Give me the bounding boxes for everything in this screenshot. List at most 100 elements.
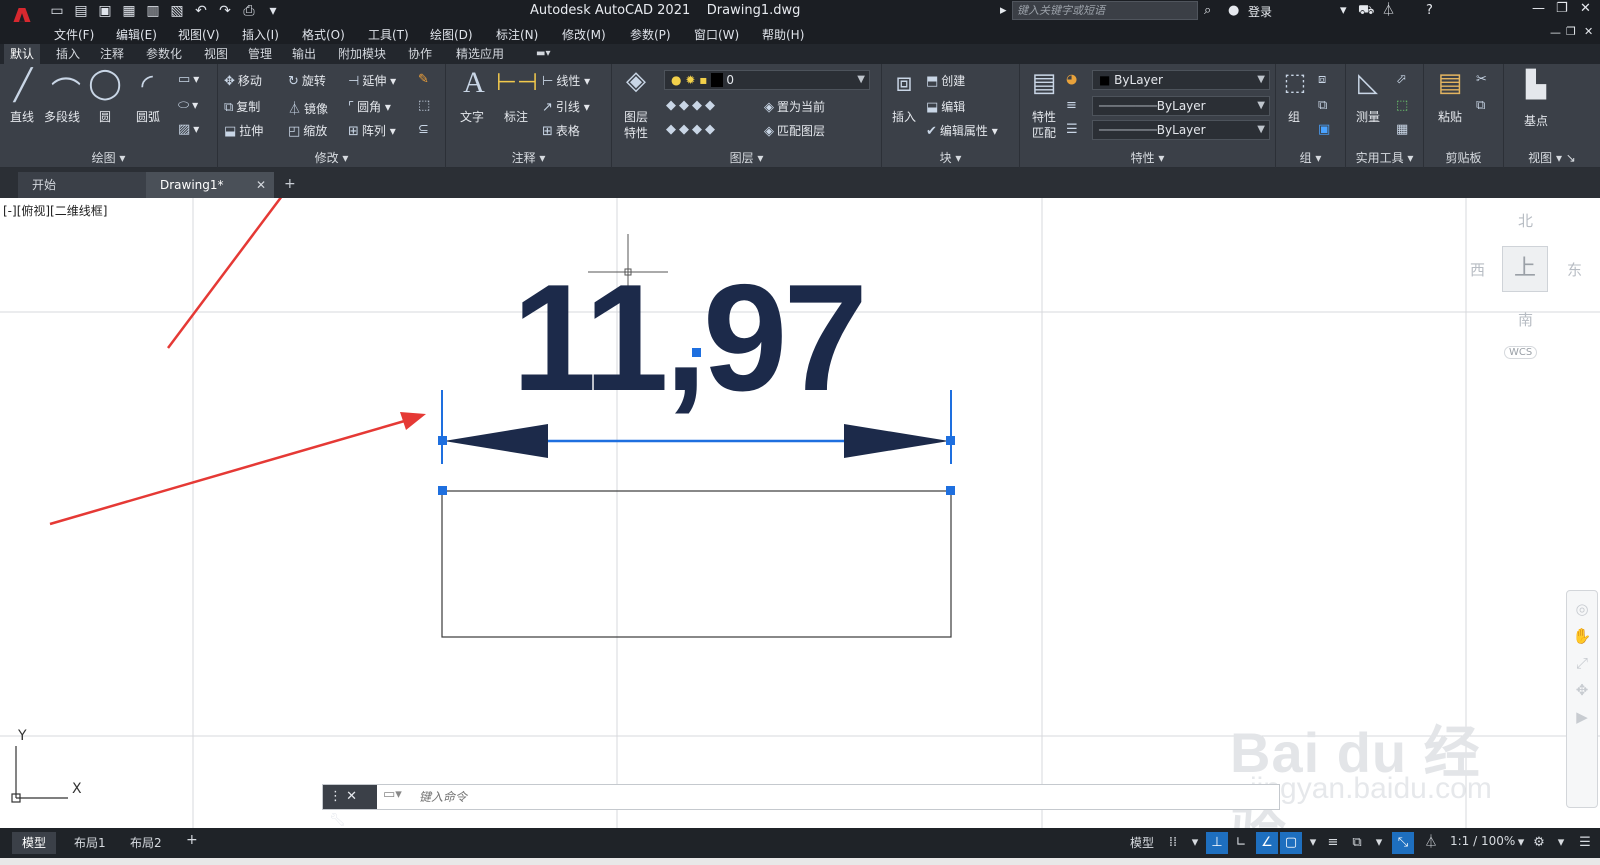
dimension-icon[interactable]: ⊢⊣ [496, 68, 538, 96]
viewcube-south[interactable]: 南 [1518, 309, 1533, 330]
insert-block-icon[interactable]: ⧈ [886, 68, 922, 99]
arc-button[interactable]: 圆弧 [136, 108, 160, 125]
rectangle-icon[interactable]: ▭ ▾ [178, 72, 199, 87]
menu-format[interactable]: 格式(O) [302, 26, 345, 43]
osnap-dropdown-icon[interactable]: ▾ [1302, 832, 1324, 854]
dynamic-ucs-icon[interactable]: ⤡ [1392, 832, 1414, 854]
layout-tab-1[interactable]: 布局1 [64, 832, 116, 854]
panel-clipboard-title[interactable]: 剪贴板 [1424, 149, 1503, 166]
save-as-icon[interactable]: ▦ [120, 2, 138, 20]
ribbon-minimize-icon[interactable]: ▬▾ [530, 44, 556, 64]
edit-attributes-button[interactable]: ✔ 编辑属性 ▾ [926, 122, 998, 139]
customization-menu-icon[interactable]: ☰ [1574, 832, 1596, 854]
menu-draw[interactable]: 绘图(D) [430, 26, 473, 43]
panel-modify-title[interactable]: 修改 ▾ [218, 149, 445, 166]
menu-parametric[interactable]: 参数(P) [630, 26, 671, 43]
layer-tools-row-2[interactable]: ◆ ◆ ◆ ◆ [666, 122, 718, 137]
base-point-button[interactable]: 基点 [1524, 112, 1548, 129]
group-edit-icon[interactable]: ⧉ [1318, 98, 1330, 113]
measure-button[interactable]: 测量 [1356, 108, 1380, 125]
doc-close-icon[interactable]: ✕ [1584, 25, 1593, 38]
close-icon[interactable]: ✕ [346, 789, 357, 804]
drawing-canvas[interactable]: [-][俯视][二维线框] 11,97 北 西 东 南 上 WCS ◎ ✋ ⤢ … [0, 198, 1600, 828]
insert-button[interactable]: 插入 [892, 108, 916, 125]
color-dropdown[interactable]: ■ ByLayer ▼ [1092, 70, 1270, 90]
base-point-icon[interactable]: ▙ [1518, 70, 1554, 100]
panel-properties-title[interactable]: 特性 ▾ [1020, 149, 1275, 166]
lineweight-display-icon[interactable]: ≡ [1322, 832, 1344, 854]
grip-handle[interactable] [946, 436, 955, 445]
search-icon[interactable]: ⌕ [1204, 2, 1211, 20]
circle-icon[interactable]: ◯ [88, 66, 122, 101]
group-select-icon[interactable]: ▣ [1318, 122, 1333, 137]
viewport-controls-label[interactable]: [-][俯视][二维线框] [3, 202, 107, 219]
close-icon[interactable]: ✕ [1580, 1, 1591, 16]
stretch-button[interactable]: ⬓ 拉伸 [224, 122, 263, 139]
dimension-text[interactable]: 11,97 [512, 262, 872, 414]
user-icon[interactable]: ● [1228, 2, 1239, 20]
login-link[interactable]: 登录 [1248, 3, 1272, 20]
tab-start[interactable]: 开始 [18, 172, 148, 198]
grip-handle-icon[interactable]: ⋮ [329, 789, 342, 804]
tab-collaborate[interactable]: 协作 [402, 44, 438, 64]
panel-layers-title[interactable]: 图层 ▾ [612, 149, 881, 166]
make-current-button[interactable]: ◈ 置为当前 [764, 98, 825, 115]
viewcube-west[interactable]: 西 [1470, 259, 1485, 280]
group-button[interactable]: 组 [1288, 108, 1300, 125]
polyline-button[interactable]: 多段线 [44, 108, 80, 125]
move-button[interactable]: ✥ 移动 [224, 72, 262, 89]
grip-handle[interactable] [438, 486, 447, 495]
menu-tools[interactable]: 工具(T) [368, 26, 409, 43]
restore-icon[interactable]: ❐ [1556, 1, 1568, 16]
create-block-button[interactable]: ⬒ 创建 [926, 72, 965, 89]
circle-button[interactable]: 圆 [99, 108, 111, 125]
lineweight-dropdown[interactable]: ────────ByLayer ▼ [1092, 120, 1270, 140]
tab-home[interactable]: 默认 [4, 44, 41, 64]
line-button[interactable]: 直线 [10, 108, 34, 125]
leader-button[interactable]: ↗ 引线 ▾ [542, 98, 590, 115]
tab-output[interactable]: 输出 [286, 44, 322, 64]
add-layout-plus-icon[interactable]: + [186, 832, 198, 848]
help-icon[interactable]: ? [1426, 2, 1433, 20]
viewcube-top-face[interactable]: 上 [1502, 246, 1548, 292]
scale-button[interactable]: ◰ 缩放 [288, 122, 327, 139]
annotation-visibility-icon[interactable]: ⏃ [1420, 832, 1442, 854]
new-file-icon[interactable]: ▭ [48, 2, 66, 20]
panel-block-title[interactable]: 块 ▾ [882, 149, 1019, 166]
cut-icon[interactable]: ✂ [1476, 72, 1490, 87]
rectangle-object[interactable] [441, 490, 952, 638]
open-file-icon[interactable]: ▤ [72, 2, 90, 20]
recent-commands-icon[interactable]: ▭▾ [383, 787, 409, 802]
viewcube-north[interactable]: 北 [1518, 210, 1533, 231]
layer-dropdown[interactable]: ● ✹ ▪ ■ 0 ▼ [664, 70, 870, 90]
menu-window[interactable]: 窗口(W) [694, 26, 739, 43]
workspace-dropdown-icon[interactable]: ▾ [1550, 832, 1572, 854]
text-icon[interactable]: A [454, 66, 494, 100]
panel-annotation-title[interactable]: 注释 ▾ [446, 149, 611, 166]
tab-addins[interactable]: 附加模块 [332, 44, 392, 64]
workspace-gear-icon[interactable]: ⚙ [1528, 832, 1550, 854]
selection-cycling-icon[interactable]: ⧉ [1346, 832, 1368, 854]
search-input[interactable]: 键入关键字或短语 [1012, 1, 1198, 20]
match-properties-label-2[interactable]: 匹配 [1032, 124, 1056, 141]
object-snap-icon[interactable]: ▢ [1280, 832, 1302, 854]
showmotion-icon[interactable]: ▶ [1567, 708, 1597, 726]
grid-display-icon[interactable]: ⁞⁞ [1162, 832, 1184, 854]
quick-select-icon[interactable]: ⬀ [1396, 72, 1410, 87]
polar-tracking-icon[interactable]: ∠ [1256, 832, 1278, 854]
lineweight-icon[interactable]: ≡ [1066, 98, 1080, 113]
pan-hand-icon[interactable]: ✋ [1567, 627, 1597, 645]
calculator-icon[interactable]: ▦ [1396, 122, 1411, 137]
copy-clip-icon[interactable]: ⧉ [1476, 98, 1488, 113]
model-space-toggle[interactable]: 模型 [1130, 834, 1154, 851]
layer-tools-row-1[interactable]: ◆ ◆ ◆ ◆ [666, 98, 718, 113]
ellipse-icon[interactable]: ⬭ ▾ [178, 98, 198, 113]
doc-minimize-icon[interactable]: — [1550, 26, 1561, 39]
viewcube-east[interactable]: 东 [1567, 259, 1582, 280]
steering-wheel-icon[interactable]: ◎ [1567, 600, 1597, 618]
layout-tab-2[interactable]: 布局2 [120, 832, 172, 854]
menu-help[interactable]: 帮助(H) [762, 26, 804, 43]
store-cart-icon[interactable]: ⛟ [1358, 2, 1374, 20]
linetype-icon[interactable]: ☰ [1066, 122, 1081, 137]
ungroup-icon[interactable]: ⧈ [1318, 72, 1329, 87]
